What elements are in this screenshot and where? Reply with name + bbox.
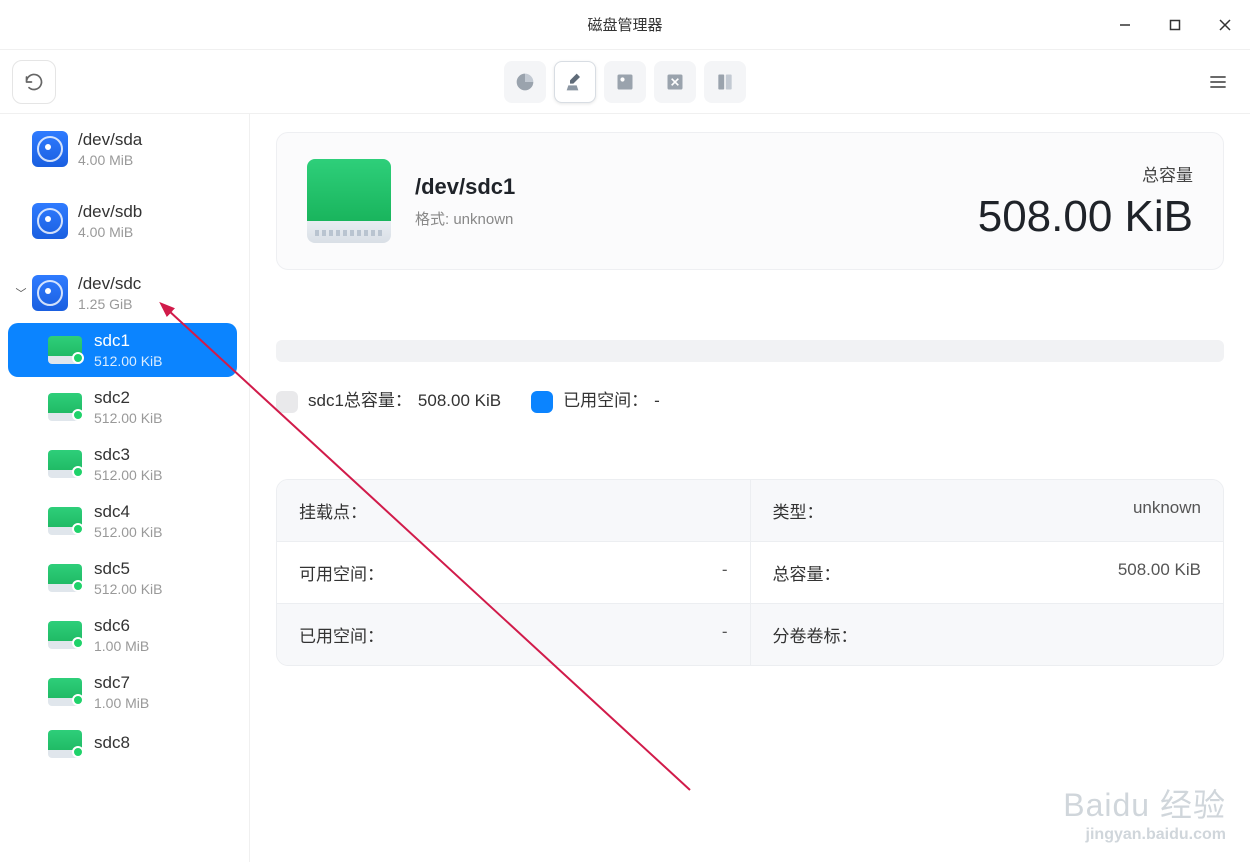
- partition-item-sdc7[interactable]: sdc7 1.00 MiB: [8, 665, 237, 719]
- tool-delete[interactable]: [654, 61, 696, 103]
- partition-name: sdc3: [94, 445, 163, 465]
- legend-total-value: 508.00 KiB: [418, 391, 501, 410]
- disk-name: /dev/sda: [78, 130, 142, 150]
- title-bar: 磁盘管理器: [0, 0, 1250, 50]
- partition-icon: [48, 730, 82, 758]
- partition-path: /dev/sdc1: [415, 174, 515, 200]
- disk-size: 4.00 MiB: [78, 224, 142, 240]
- delete-icon: [665, 72, 685, 92]
- partition-item-sdc5[interactable]: sdc5 512.00 KiB: [8, 551, 237, 605]
- partition-icon: [48, 564, 82, 592]
- used-label: 已用空间：: [299, 622, 384, 647]
- format-label: 格式: unknown: [415, 208, 515, 229]
- partition-icon: [715, 72, 735, 92]
- detail-table: 挂载点： 类型： unknown 可用空间： - 总容量： 508.00 KiB 已用…: [276, 479, 1224, 666]
- partition-name: sdc7: [94, 673, 149, 693]
- header-card: /dev/sdc1 格式: unknown 总容量 508.00 KiB: [276, 132, 1224, 270]
- brush-icon: [565, 72, 585, 92]
- swatch-used: [531, 391, 553, 413]
- partition-item-sdc1[interactable]: sdc1 512.00 KiB: [8, 323, 237, 377]
- partition-size: 512.00 KiB: [94, 524, 163, 540]
- disk-size: 4.00 MiB: [78, 152, 142, 168]
- mount-icon: [615, 72, 635, 92]
- partition-icon: [48, 621, 82, 649]
- partition-size: 512.00 KiB: [94, 353, 163, 369]
- partition-item-sdc3[interactable]: sdc3 512.00 KiB: [8, 437, 237, 491]
- usage-legend: sdc1总容量： 508.00 KiB 已用空间：-: [276, 386, 1224, 413]
- type-value: unknown: [1133, 498, 1201, 523]
- disk-item-sda[interactable]: ▸ /dev/sda 4.00 MiB: [4, 122, 241, 176]
- toolbar-tools: [504, 61, 746, 103]
- capacity-value: 508.00 KiB: [978, 192, 1193, 242]
- total-label: 总容量：: [773, 560, 841, 585]
- pie-chart-icon: [515, 72, 535, 92]
- mount-label: 挂载点：: [299, 498, 367, 523]
- type-label: 类型：: [773, 498, 824, 523]
- partition-size: 512.00 KiB: [94, 410, 163, 426]
- disk-icon: [32, 203, 68, 239]
- used-value: -: [722, 622, 728, 647]
- disk-icon: [32, 131, 68, 167]
- disk-item-sdc[interactable]: ﹀ /dev/sdc 1.25 GiB: [4, 266, 241, 320]
- menu-button[interactable]: [1204, 68, 1232, 96]
- partition-name: sdc4: [94, 502, 163, 522]
- partition-icon: [48, 393, 82, 421]
- partition-name: sdc8: [94, 733, 130, 753]
- partition-name: sdc2: [94, 388, 163, 408]
- tool-image[interactable]: [604, 61, 646, 103]
- partition-size: 512.00 KiB: [94, 467, 163, 483]
- refresh-button[interactable]: [12, 60, 56, 104]
- window-controls: [1100, 0, 1250, 50]
- chevron-down-icon[interactable]: ﹀: [14, 285, 28, 301]
- disk-size: 1.25 GiB: [78, 296, 141, 312]
- partition-name: sdc1: [94, 331, 163, 351]
- disk-item-sdb[interactable]: ▸ /dev/sdb 4.00 MiB: [4, 194, 241, 248]
- volume-label: 分卷卷标：: [773, 622, 858, 647]
- tool-partition[interactable]: [704, 61, 746, 103]
- legend-used-value: -: [654, 391, 660, 410]
- minimize-button[interactable]: [1100, 0, 1150, 50]
- sidebar: ▸ /dev/sda 4.00 MiB ▸ /dev/sdb 4.00 MiB …: [0, 114, 250, 862]
- partition-item-sdc8[interactable]: sdc8: [8, 722, 237, 766]
- refresh-icon: [24, 72, 44, 92]
- total-value: 508.00 KiB: [1118, 560, 1201, 585]
- capacity-label: 总容量: [978, 161, 1193, 186]
- maximize-button[interactable]: [1150, 0, 1200, 50]
- disk-name: /dev/sdc: [78, 274, 141, 294]
- swatch-total: [276, 391, 298, 413]
- partition-icon: [48, 450, 82, 478]
- partition-icon: [48, 678, 82, 706]
- window-title: 磁盘管理器: [587, 14, 662, 35]
- avail-value: -: [722, 560, 728, 585]
- partition-item-sdc2[interactable]: sdc2 512.00 KiB: [8, 380, 237, 434]
- close-button[interactable]: [1200, 0, 1250, 50]
- partition-size: 1.00 MiB: [94, 695, 149, 711]
- disk-name: /dev/sdb: [78, 202, 142, 222]
- legend-total-label: sdc1总容量：: [308, 391, 412, 410]
- tool-pie[interactable]: [504, 61, 546, 103]
- partition-size: 1.00 MiB: [94, 638, 149, 654]
- partition-item-sdc6[interactable]: sdc6 1.00 MiB: [8, 608, 237, 662]
- partition-name: sdc5: [94, 559, 163, 579]
- partition-icon: [48, 336, 82, 364]
- partition-item-sdc4[interactable]: sdc4 512.00 KiB: [8, 494, 237, 548]
- partition-large-icon: [307, 159, 391, 243]
- partition-name: sdc6: [94, 616, 149, 636]
- usage-bar: [276, 340, 1224, 362]
- partition-size: 512.00 KiB: [94, 581, 163, 597]
- partition-icon: [48, 507, 82, 535]
- avail-label: 可用空间：: [299, 560, 384, 585]
- legend-used-label: 已用空间：: [563, 391, 648, 410]
- main-content: /dev/sdc1 格式: unknown 总容量 508.00 KiB sdc…: [250, 114, 1250, 862]
- toolbar: [0, 50, 1250, 114]
- disk-icon: [32, 275, 68, 311]
- hamburger-icon: [1209, 73, 1227, 91]
- tool-clean[interactable]: [554, 61, 596, 103]
